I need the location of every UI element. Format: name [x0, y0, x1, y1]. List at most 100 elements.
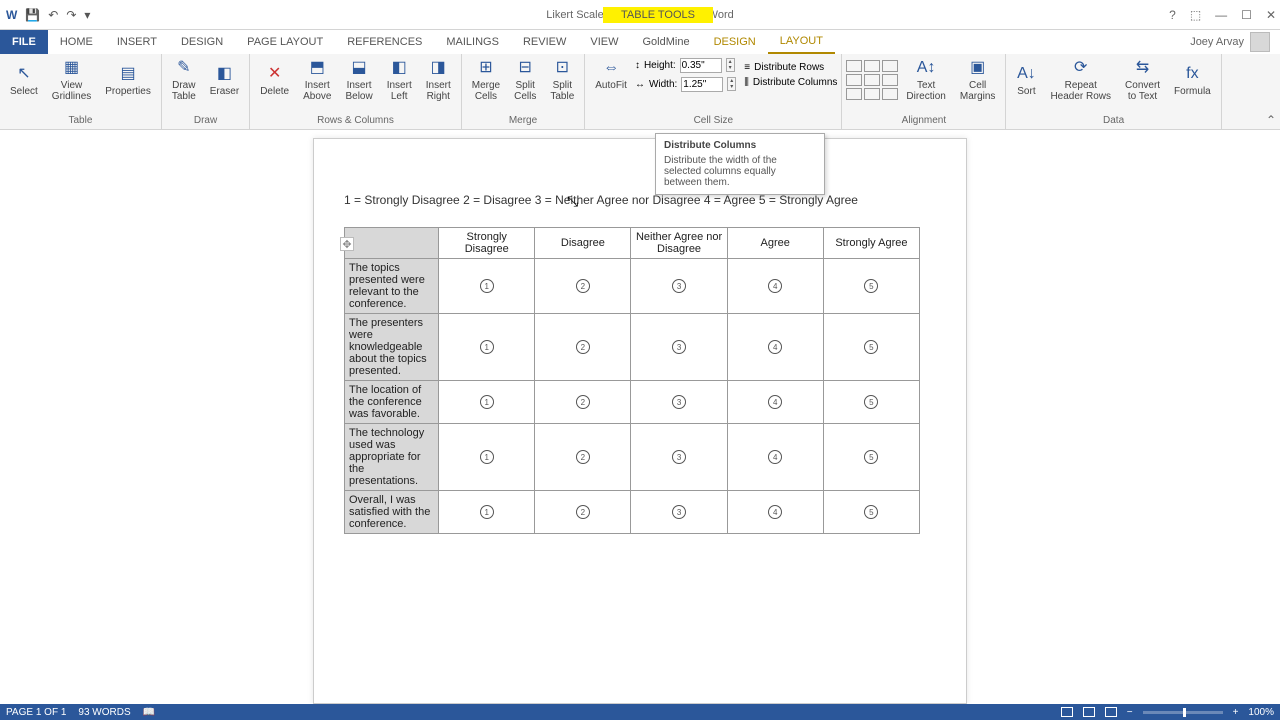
option-cell[interactable]: 1 [439, 314, 535, 381]
width-down-icon[interactable]: ▾ [728, 84, 735, 90]
tab-view[interactable]: VIEW [578, 30, 630, 54]
tab-goldmine[interactable]: GoldMine [630, 30, 701, 54]
zoom-in-icon[interactable]: + [1233, 707, 1239, 718]
zoom-slider[interactable] [1143, 711, 1223, 714]
width-input[interactable] [681, 77, 723, 92]
zoom-out-icon[interactable]: − [1127, 707, 1133, 718]
eraser-button[interactable]: ◧Eraser [204, 62, 245, 99]
proofing-icon[interactable]: 📖 [143, 707, 155, 718]
align-tc[interactable] [864, 60, 880, 72]
draw-table-button[interactable]: ✎Draw Table [166, 56, 202, 104]
option-cell[interactable]: 3 [631, 424, 727, 491]
align-tr[interactable] [882, 60, 898, 72]
qat-dropdown-icon[interactable]: ▾ [84, 8, 90, 22]
option-cell[interactable]: 3 [631, 314, 727, 381]
distribute-rows-button[interactable]: ≡Distribute Rows [744, 62, 837, 73]
align-mr[interactable] [882, 74, 898, 86]
select-button[interactable]: ↖Select [4, 62, 44, 99]
option-cell[interactable]: 5 [823, 314, 919, 381]
option-cell[interactable]: 5 [823, 259, 919, 314]
insert-left-button[interactable]: ◧Insert Left [381, 56, 418, 104]
tab-review[interactable]: REVIEW [511, 30, 578, 54]
collapse-ribbon-icon[interactable]: ⌃ [1266, 113, 1276, 127]
text-direction-button[interactable]: A↕Text Direction [900, 56, 951, 104]
tab-mailings[interactable]: MAILINGS [434, 30, 511, 54]
option-cell[interactable]: 5 [823, 424, 919, 491]
document-page[interactable]: ⤡ 1 = Strongly Disagree 2 = Disagree 3 =… [313, 138, 967, 704]
option-cell[interactable]: 2 [535, 381, 631, 424]
height-down-icon[interactable]: ▾ [727, 65, 734, 71]
align-bc[interactable] [864, 88, 880, 100]
question-cell: The topics presented were relevant to th… [345, 259, 439, 314]
sort-button[interactable]: A↓Sort [1010, 62, 1042, 99]
insert-above-button[interactable]: ⬒Insert Above [297, 56, 337, 104]
option-cell[interactable]: 1 [439, 424, 535, 491]
align-mc[interactable] [864, 74, 880, 86]
view-print-icon[interactable] [1083, 707, 1095, 717]
insert-below-button[interactable]: ⬓Insert Below [339, 56, 378, 104]
redo-icon[interactable]: ↷ [66, 8, 76, 22]
option-cell[interactable]: 4 [727, 491, 823, 534]
undo-icon[interactable]: ↶ [48, 8, 58, 22]
cell-margins-button[interactable]: ▣Cell Margins [954, 56, 1002, 104]
minimize-icon[interactable]: — [1215, 8, 1227, 22]
option-cell[interactable]: 2 [535, 259, 631, 314]
option-cell[interactable]: 4 [727, 424, 823, 491]
insert-right-button[interactable]: ◨Insert Right [420, 56, 457, 104]
close-icon[interactable]: ✕ [1266, 8, 1276, 22]
option-cell[interactable]: 3 [631, 491, 727, 534]
view-web-icon[interactable] [1105, 707, 1117, 717]
align-ml[interactable] [846, 74, 862, 86]
delete-button[interactable]: ✕Delete [254, 62, 295, 99]
help-icon[interactable]: ? [1169, 8, 1176, 22]
repeat-header-button[interactable]: ⟳Repeat Header Rows [1044, 56, 1117, 104]
option-cell[interactable]: 2 [535, 314, 631, 381]
option-cell[interactable]: 4 [727, 259, 823, 314]
view-read-icon[interactable] [1061, 707, 1073, 717]
maximize-icon[interactable]: ☐ [1241, 8, 1252, 22]
option-cell[interactable]: 4 [727, 381, 823, 424]
option-cell[interactable]: 3 [631, 381, 727, 424]
option-cell[interactable]: 1 [439, 259, 535, 314]
table-anchor-icon[interactable]: ✥ [340, 237, 354, 251]
option-cell[interactable]: 1 [439, 491, 535, 534]
autofit-button[interactable]: ⇔AutoFit [589, 56, 633, 93]
avatar[interactable] [1250, 32, 1270, 52]
tab-file[interactable]: FILE [0, 30, 48, 54]
tab-insert[interactable]: INSERT [105, 30, 169, 54]
save-icon[interactable]: 💾 [25, 8, 40, 22]
properties-button[interactable]: ▤Properties [99, 62, 157, 99]
align-br[interactable] [882, 88, 898, 100]
tab-table-design[interactable]: DESIGN [702, 30, 768, 54]
tab-page-layout[interactable]: PAGE LAYOUT [235, 30, 335, 54]
option-cell[interactable]: 4 [727, 314, 823, 381]
ribbon-display-icon[interactable]: ⬚ [1190, 8, 1201, 22]
tab-design[interactable]: DESIGN [169, 30, 235, 54]
formula-button[interactable]: fxFormula [1168, 62, 1217, 99]
zoom-thumb[interactable] [1183, 708, 1186, 717]
align-bl[interactable] [846, 88, 862, 100]
split-table-button[interactable]: ⊡Split Table [544, 56, 580, 104]
option-cell[interactable]: 2 [535, 491, 631, 534]
convert-to-text-button[interactable]: ⇆Convert to Text [1119, 56, 1166, 104]
tab-home[interactable]: HOME [48, 30, 105, 54]
user-name[interactable]: Joey Arvay [1190, 36, 1244, 48]
split-cells-button[interactable]: ⊟Split Cells [508, 56, 542, 104]
distribute-columns-button[interactable]: ⫼Distribute Columns [744, 77, 837, 88]
zoom-level[interactable]: 100% [1248, 707, 1274, 718]
likert-table[interactable]: Strongly Disagree Disagree Neither Agree… [344, 227, 920, 534]
view-gridlines-button[interactable]: ▦View Gridlines [46, 56, 97, 104]
align-tl[interactable] [846, 60, 862, 72]
merge-cells-button[interactable]: ⊞Merge Cells [466, 56, 506, 104]
option-cell[interactable]: 2 [535, 424, 631, 491]
option-cell[interactable]: 1 [439, 381, 535, 424]
option-cell[interactable]: 5 [823, 491, 919, 534]
tab-references[interactable]: REFERENCES [335, 30, 434, 54]
status-page[interactable]: PAGE 1 OF 1 [6, 707, 66, 718]
option-cell[interactable]: 3 [631, 259, 727, 314]
height-input[interactable] [680, 58, 722, 73]
status-words[interactable]: 93 WORDS [78, 707, 130, 718]
option-3-icon: 3 [672, 340, 686, 354]
option-cell[interactable]: 5 [823, 381, 919, 424]
tab-table-layout[interactable]: LAYOUT [768, 30, 835, 54]
